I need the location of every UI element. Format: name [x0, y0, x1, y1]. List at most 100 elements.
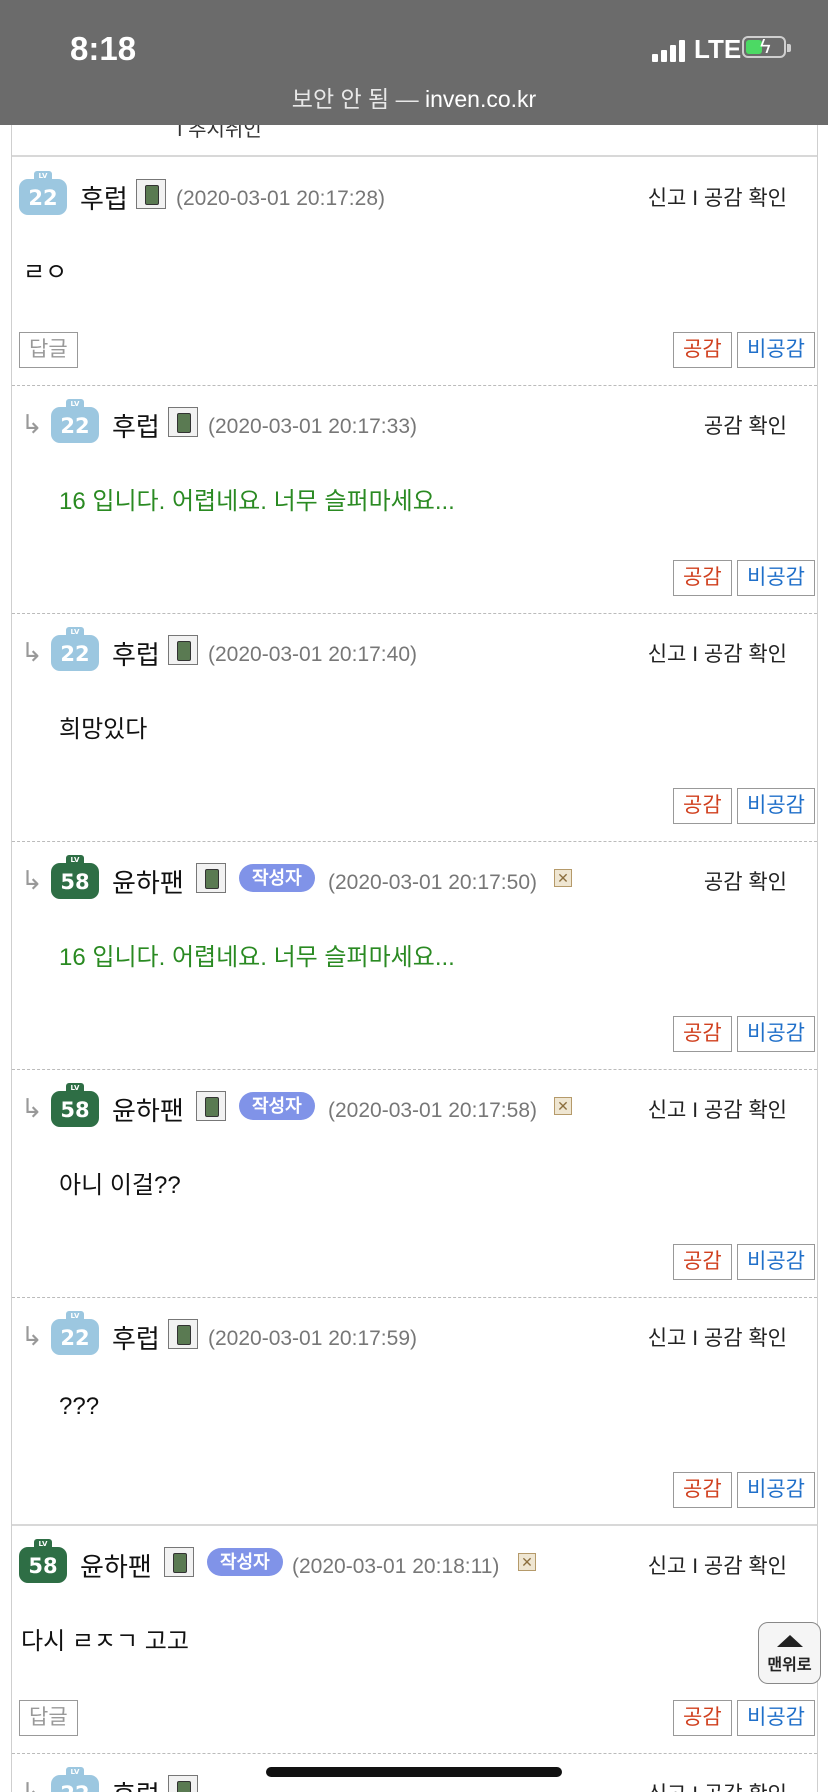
dislike-button[interactable]: 비공감 [737, 1700, 815, 1736]
comment-date: (2020-03-01 20:17:50) [328, 871, 537, 894]
level-badge: 58 [51, 1083, 99, 1127]
like-button[interactable]: 공감 [673, 1472, 732, 1508]
level-badge: 58 [19, 1539, 67, 1583]
user-nickname[interactable]: 윤하팬 [80, 1547, 152, 1584]
reply-arrow-icon: ↳ [21, 409, 43, 439]
report-link[interactable]: 신고 [648, 1555, 687, 1578]
user-nickname[interactable]: 후럽 [112, 1319, 160, 1356]
comment-date: (2020-03-01 20:17:59) [208, 1327, 417, 1350]
like-button[interactable]: 공감 [673, 332, 732, 368]
dislike-button[interactable]: 비공감 [737, 1472, 815, 1508]
mobile-icon [168, 1319, 198, 1349]
like-button[interactable]: 공감 [673, 1244, 732, 1280]
cut-off-text: I 추시취인 [177, 125, 262, 141]
comment-actions: 공감 확인 [704, 410, 787, 440]
mobile-icon [196, 1091, 226, 1121]
report-link[interactable]: 신고 [648, 643, 687, 666]
network-type: LTE [694, 34, 742, 64]
divider [12, 385, 817, 386]
report-link[interactable]: 신고 [648, 1783, 687, 1792]
like-button[interactable]: 공감 [673, 560, 732, 596]
dislike-button[interactable]: 비공감 [737, 332, 815, 368]
level-badge: 22 [51, 627, 99, 671]
user-nickname[interactable]: 윤하팬 [112, 863, 184, 900]
user-nickname[interactable]: 후럽 [80, 179, 128, 216]
status-bar: 8:18 LTE ϟ 보안 안 됨 — inven.co.kr [0, 0, 828, 125]
separator: I [692, 643, 699, 666]
comment-date: (2020-03-01 20:17:58) [328, 1099, 537, 1122]
clock: 8:18 [70, 30, 137, 67]
reply-arrow-icon: ↳ [21, 1777, 43, 1792]
comment-date: (2020-03-01 20:17:33) [208, 415, 417, 438]
delete-icon[interactable]: ✕ [554, 1097, 572, 1115]
empathy-check-link[interactable]: 공감 확인 [704, 1099, 787, 1122]
url-host: inven.co.kr [424, 86, 537, 112]
level-badge: 22 [51, 1767, 99, 1792]
like-button[interactable]: 공감 [673, 788, 732, 824]
comment-text: 아니 이걸?? [59, 1172, 181, 1199]
comment-list: I 추시취인 22 후럽 (2020-03-01 20:17:28) 신고 I … [11, 125, 818, 1792]
comment-date: (2020-03-01 20:17:40) [208, 643, 417, 666]
report-link[interactable]: 신고 [648, 1327, 687, 1350]
divider [12, 1753, 817, 1754]
user-nickname[interactable]: 후럽 [112, 635, 160, 672]
empathy-check-link[interactable]: 공감 확인 [704, 1783, 787, 1792]
mobile-icon [168, 635, 198, 665]
mobile-icon [136, 179, 166, 209]
divider [12, 613, 817, 614]
divider [12, 1524, 817, 1526]
divider [12, 155, 817, 157]
empathy-check-link[interactable]: 공감 확인 [704, 415, 787, 438]
report-link[interactable]: 신고 [648, 187, 687, 210]
security-label: 보안 안 됨 — [291, 86, 425, 112]
separator: I [692, 1555, 699, 1578]
empathy-check-link[interactable]: 공감 확인 [704, 187, 787, 210]
reply-arrow-icon: ↳ [21, 1321, 43, 1351]
like-button[interactable]: 공감 [673, 1016, 732, 1052]
comment-text: ㄹㅇ [23, 259, 68, 286]
comment-text: 희망있다 [59, 716, 148, 743]
reply-button[interactable]: 답글 [19, 332, 78, 368]
user-nickname[interactable]: 후럽 [112, 1775, 160, 1792]
comment-actions: 신고 I 공감 확인 [648, 1778, 787, 1792]
comment-text: 16 입니다. 어렵네요. 너무 슬퍼마세요... [59, 488, 455, 515]
home-indicator[interactable] [266, 1767, 562, 1777]
comment-text: 16 입니다. 어렵네요. 너무 슬퍼마세요... [59, 944, 455, 971]
level-badge: 22 [51, 399, 99, 443]
empathy-check-link[interactable]: 공감 확인 [704, 643, 787, 666]
user-nickname[interactable]: 후럽 [112, 407, 160, 444]
dislike-button[interactable]: 비공감 [737, 1244, 815, 1280]
comment-actions: 신고 I 공감 확인 [648, 1550, 787, 1580]
separator: I [692, 1783, 698, 1792]
comment-date: (2020-03-01 20:17:28) [176, 187, 385, 210]
scroll-to-top-button[interactable]: 맨위로 [758, 1622, 821, 1684]
divider [12, 1069, 817, 1070]
arrow-up-icon [776, 1635, 803, 1647]
delete-icon[interactable]: ✕ [518, 1553, 536, 1571]
empathy-check-link[interactable]: 공감 확인 [704, 871, 787, 894]
author-badge: 작성자 [239, 864, 315, 892]
mobile-icon [168, 407, 198, 437]
comment-actions: 신고 I 공감 확인 [648, 182, 787, 212]
mobile-icon [164, 1547, 194, 1577]
delete-icon[interactable]: ✕ [554, 869, 572, 887]
reply-arrow-icon: ↳ [21, 637, 43, 667]
dislike-button[interactable]: 비공감 [737, 560, 815, 596]
comment-actions: 공감 확인 [704, 866, 787, 896]
empathy-check-link[interactable]: 공감 확인 [704, 1327, 787, 1350]
author-badge: 작성자 [207, 1548, 283, 1576]
report-link[interactable]: 신고 [648, 1099, 687, 1122]
battery-icon: ϟ [742, 36, 791, 58]
comment-actions: 신고 I 공감 확인 [648, 638, 787, 668]
dislike-button[interactable]: 비공감 [737, 1016, 815, 1052]
like-button[interactable]: 공감 [673, 1700, 732, 1736]
user-nickname[interactable]: 윤하팬 [112, 1091, 184, 1128]
dislike-button[interactable]: 비공감 [737, 788, 815, 824]
divider [12, 1297, 817, 1298]
reply-button[interactable]: 답글 [19, 1700, 78, 1736]
url-bar[interactable]: 보안 안 됨 — inven.co.kr [0, 80, 828, 114]
separator: I [692, 1099, 699, 1122]
comment-date: (2020-03-01 20:18:11) [292, 1555, 500, 1578]
comment-actions: 신고 I 공감 확인 [648, 1322, 787, 1352]
empathy-check-link[interactable]: 공감 확인 [704, 1555, 787, 1578]
